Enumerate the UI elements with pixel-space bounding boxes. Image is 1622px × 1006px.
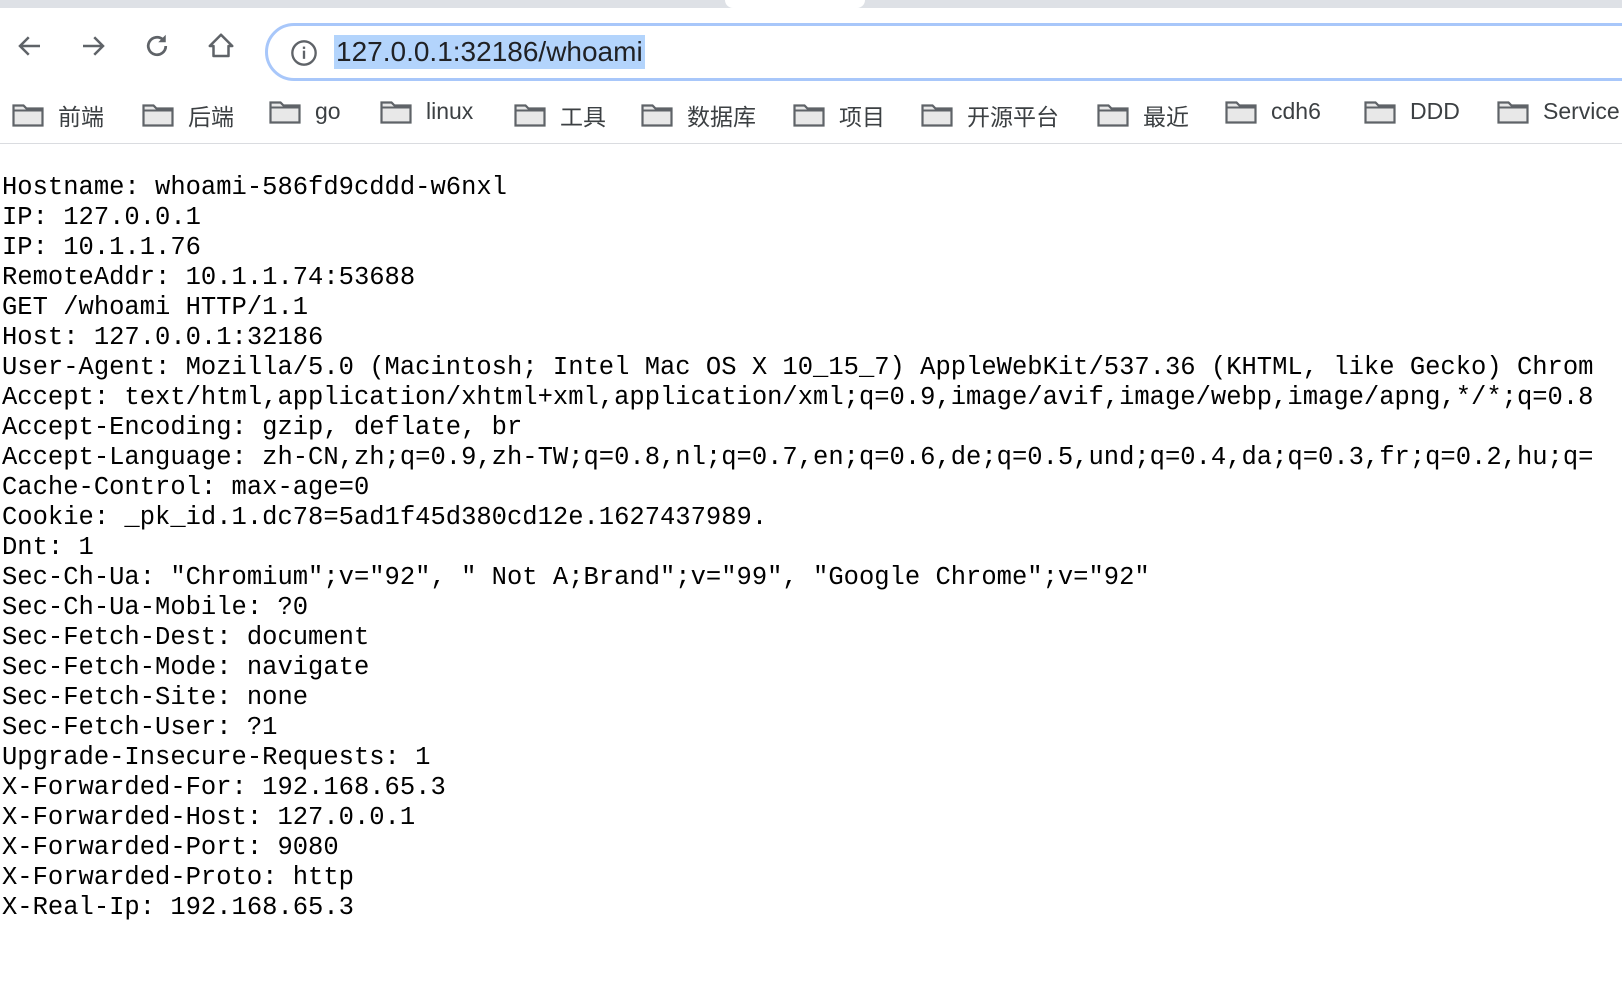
address-bar[interactable]: 127.0.0.1:32186/whoami — [265, 23, 1622, 81]
bookmark-label: DDD — [1410, 98, 1460, 124]
bookmark-item[interactable]: 前端 — [12, 98, 104, 132]
header-line: Hostname: whoami-586fd9cddd-w6nxl — [2, 173, 507, 202]
reload-icon — [146, 34, 168, 57]
folder-icon — [921, 104, 953, 127]
bookmark-label: 工具 — [560, 104, 606, 130]
header-line: IP: 127.0.0.1 — [2, 203, 201, 232]
bookmark-item[interactable]: cdh6 — [1225, 98, 1321, 125]
header-line: Sec-Fetch-Site: none — [2, 683, 309, 712]
forward-button[interactable] — [75, 28, 111, 64]
bookmark-item[interactable]: 数据库 — [641, 98, 756, 132]
bookmark-item[interactable]: Service — [1497, 98, 1620, 125]
bookmark-item[interactable]: 最近 — [1097, 98, 1189, 132]
folder-icon — [514, 104, 546, 127]
header-line: GET /whoami HTTP/1.1 — [2, 293, 309, 322]
folder-icon — [142, 104, 174, 127]
folder-icon — [793, 104, 825, 127]
header-line: Sec-Fetch-Mode: navigate — [2, 653, 370, 682]
page-content: Hostname: whoami-586fd9cddd-w6nxl IP: 127… — [2, 173, 1593, 923]
header-line: Cookie: _pk_id.1.dc78=5ad1f45d380cd12e.1… — [2, 503, 768, 532]
header-line: X-Forwarded-Proto: http — [2, 863, 354, 892]
header-line: Dnt: 1 — [2, 533, 94, 562]
tab-strip — [0, 0, 1622, 8]
browser-toolbar: 127.0.0.1:32186/whoami — [0, 8, 1622, 81]
header-line: Upgrade-Insecure-Requests: 1 — [2, 743, 431, 772]
header-line: Sec-Fetch-User: ?1 — [2, 713, 278, 742]
header-line: Sec-Ch-Ua-Mobile: ?0 — [2, 593, 309, 622]
active-tab[interactable] — [725, 0, 865, 8]
bookmark-label: cdh6 — [1271, 98, 1321, 124]
header-line: Host: 127.0.0.1:32186 — [2, 323, 324, 352]
header-line: X-Forwarded-Port: 9080 — [2, 833, 339, 862]
header-line: Cache-Control: max-age=0 — [2, 473, 370, 502]
bookmark-item[interactable]: 后端 — [142, 98, 234, 132]
folder-icon — [269, 100, 301, 124]
bookmark-label: 最近 — [1143, 104, 1189, 130]
header-line: X-Real-Ip: 192.168.65.3 — [2, 893, 354, 922]
bookmark-item[interactable]: DDD — [1364, 98, 1460, 125]
back-icon — [18, 36, 40, 56]
bookmark-item[interactable]: 工具 — [514, 98, 606, 132]
folder-icon — [1225, 100, 1257, 124]
header-line: X-Forwarded-Host: 127.0.0.1 — [2, 803, 416, 832]
header-line: Accept-Language: zh-CN,zh;q=0.9,zh-TW;q=… — [2, 443, 1594, 472]
header-line: IP: 10.1.1.76 — [2, 233, 201, 262]
forward-icon — [83, 36, 105, 56]
header-line: RemoteAddr: 10.1.1.74:53688 — [2, 263, 416, 292]
folder-icon — [12, 104, 44, 127]
header-line: User-Agent: Mozilla/5.0 (Macintosh; Inte… — [2, 353, 1594, 382]
folder-icon — [1097, 104, 1129, 127]
bookmark-item[interactable]: linux — [380, 98, 473, 125]
header-line: Sec-Fetch-Dest: document — [2, 623, 370, 652]
bookmark-label: linux — [426, 98, 474, 124]
info-icon[interactable] — [290, 39, 318, 67]
bookmark-item[interactable]: 项目 — [793, 98, 885, 132]
header-line: Sec-Ch-Ua: "Chromium";v="92", " Not A;Br… — [2, 563, 1150, 592]
folder-icon — [1497, 100, 1529, 124]
bookmark-item[interactable]: 开源平台 — [921, 98, 1059, 132]
bookmark-label: Service — [1543, 98, 1620, 124]
url-text[interactable]: 127.0.0.1:32186/whoami — [334, 35, 645, 69]
home-icon — [208, 33, 234, 58]
header-line: Accept-Encoding: gzip, deflate, br — [2, 413, 523, 442]
bookmark-item[interactable]: go — [269, 98, 341, 125]
folder-icon — [641, 104, 673, 127]
folder-icon — [380, 100, 412, 124]
header-line: X-Forwarded-For: 192.168.65.3 — [2, 773, 446, 802]
folder-icon — [1364, 100, 1396, 124]
bookmark-label: 开源平台 — [967, 104, 1059, 130]
header-line: Accept: text/html,application/xhtml+xml,… — [2, 383, 1594, 412]
bookmark-label: 前端 — [58, 104, 104, 130]
bookmarks-bar: 前端 后端 go linux 工具 数据库 项目 开源平台 最近 cdh6 DDD Service — [0, 88, 1622, 144]
bookmark-label: 后端 — [188, 104, 234, 130]
reload-button[interactable] — [139, 28, 175, 64]
back-button[interactable] — [12, 28, 48, 64]
bookmark-label: 数据库 — [687, 104, 756, 130]
home-button[interactable] — [203, 28, 239, 64]
bookmark-label: 项目 — [839, 104, 885, 130]
bookmark-label: go — [315, 98, 341, 124]
